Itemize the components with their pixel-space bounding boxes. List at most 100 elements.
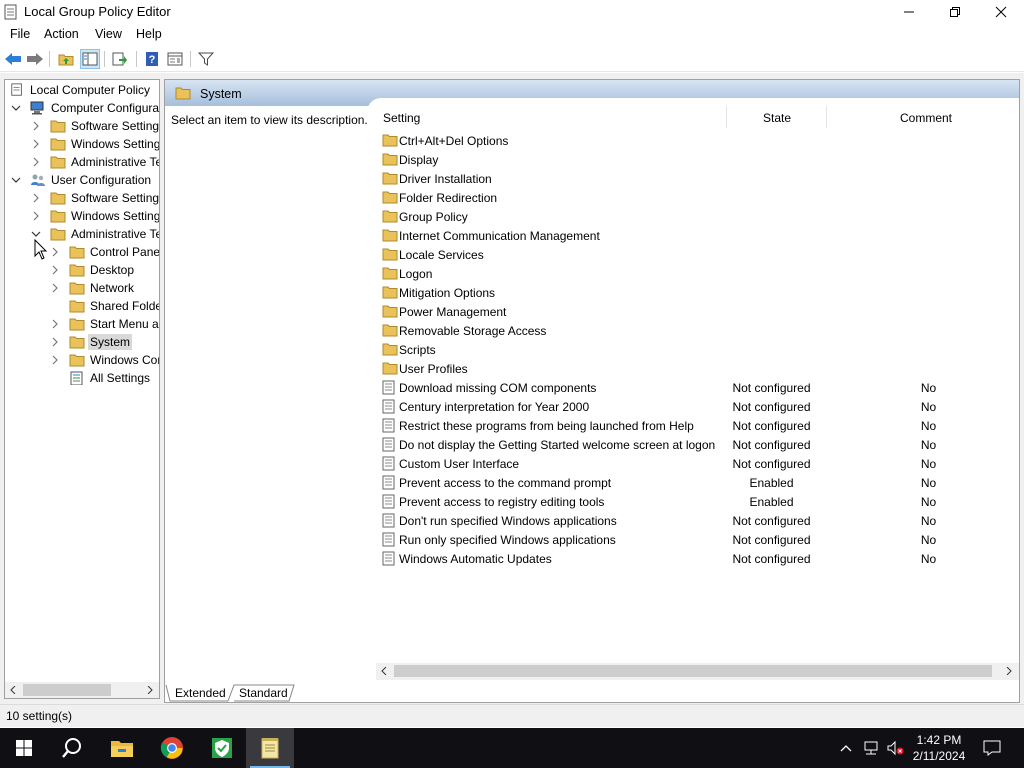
chevron-right-icon[interactable]	[31, 139, 41, 149]
forward-button[interactable]	[25, 49, 45, 69]
column-header-setting[interactable]: Setting	[383, 111, 420, 125]
tree-item[interactable]: Windows Setting	[31, 135, 159, 153]
setting-row[interactable]: Do not display the Getting Started welco…	[381, 435, 1019, 454]
column-header-comment[interactable]: Comment	[900, 111, 952, 125]
tree-item[interactable]: Shared Folder	[50, 297, 159, 315]
taskbar-group-policy-editor[interactable]	[246, 728, 294, 768]
chevron-right-icon[interactable]	[31, 211, 41, 221]
tree-expander[interactable]	[11, 175, 21, 185]
tree-scroll-thumb[interactable]	[23, 684, 111, 696]
chevron-down-icon[interactable]	[11, 175, 21, 185]
tree-item[interactable]: Computer Configura	[11, 99, 159, 117]
tree-expander[interactable]	[31, 139, 41, 149]
setting-row[interactable]: Restrict these programs from being launc…	[381, 416, 1019, 435]
column-separator[interactable]	[726, 106, 727, 128]
tree-expander[interactable]	[31, 229, 41, 239]
setting-row[interactable]: Windows Automatic Updates Not configured N…	[381, 549, 1019, 568]
show-hide-console-tree-button[interactable]	[80, 49, 100, 69]
tab-extended[interactable]: Extended	[175, 684, 226, 702]
menu-action[interactable]: Action	[44, 27, 79, 41]
tree-horizontal-scrollbar[interactable]	[4, 682, 160, 699]
chevron-right-icon[interactable]	[50, 337, 60, 347]
tree-expander[interactable]	[50, 337, 60, 347]
menu-file[interactable]: File	[10, 27, 30, 41]
tree-item[interactable]: All Settings	[50, 369, 152, 387]
folder-row[interactable]: Folder Redirection	[381, 188, 1019, 207]
folder-row[interactable]: Group Policy	[381, 207, 1019, 226]
tree-expander[interactable]	[31, 157, 41, 167]
tree-item[interactable]: Windows Cor	[50, 351, 159, 369]
tree-expander[interactable]	[50, 355, 60, 365]
tab-standard[interactable]: Standard	[239, 684, 288, 702]
folder-row[interactable]: Power Management	[381, 302, 1019, 321]
tree-expander[interactable]	[50, 373, 60, 383]
setting-row[interactable]: Don't run specified Windows applications…	[381, 511, 1019, 530]
search-button[interactable]	[48, 728, 96, 768]
folder-row[interactable]: Removable Storage Access	[381, 321, 1019, 340]
export-list-button[interactable]	[110, 49, 130, 69]
list-horizontal-scrollbar[interactable]	[376, 663, 1019, 680]
tree-item[interactable]: Administrative Te	[31, 225, 159, 243]
tree-expander[interactable]	[50, 283, 60, 293]
taskbar-file-explorer[interactable]	[98, 728, 146, 768]
tree-item[interactable]: Control Panel	[50, 243, 159, 261]
chevron-right-icon[interactable]	[50, 247, 60, 257]
chevron-right-icon[interactable]	[50, 265, 60, 275]
tree-item[interactable]: Administrative Te	[31, 153, 159, 171]
tree-item[interactable]: User Configuration	[11, 171, 153, 189]
close-button[interactable]	[978, 0, 1024, 24]
network-tray-button[interactable]	[861, 738, 881, 758]
tree-item[interactable]: Start Menu ar	[50, 315, 159, 333]
tree-expander[interactable]	[50, 265, 60, 275]
filter-button[interactable]	[196, 49, 216, 69]
setting-row[interactable]: Custom User Interface Not configured No	[381, 454, 1019, 473]
setting-row[interactable]: Century interpretation for Year 2000 Not …	[381, 397, 1019, 416]
taskbar-clock[interactable]: 1:42 PM 2/11/2024	[902, 732, 976, 764]
properties-button[interactable]	[165, 49, 185, 69]
chevron-right-icon[interactable]	[50, 283, 60, 293]
taskbar-security[interactable]	[198, 728, 246, 768]
taskbar-chrome[interactable]	[148, 728, 196, 768]
menu-help[interactable]: Help	[136, 27, 162, 41]
folder-row[interactable]: Mitigation Options	[381, 283, 1019, 302]
folder-row[interactable]: Ctrl+Alt+Del Options	[381, 131, 1019, 150]
setting-row[interactable]: Run only specified Windows applications N…	[381, 530, 1019, 549]
setting-row[interactable]: Prevent access to registry editing tools…	[381, 492, 1019, 511]
chevron-right-icon[interactable]	[50, 355, 60, 365]
start-button[interactable]	[0, 728, 48, 768]
back-button[interactable]	[3, 49, 23, 69]
help-button[interactable]: ?	[142, 49, 162, 69]
setting-row[interactable]: Download missing COM components Not confi…	[381, 378, 1019, 397]
folder-row[interactable]: Internet Communication Management	[381, 226, 1019, 245]
folder-row[interactable]: Locale Services	[381, 245, 1019, 264]
tree-item[interactable]: Network	[50, 279, 136, 297]
folder-row[interactable]: User Profiles	[381, 359, 1019, 378]
chevron-right-icon[interactable]	[31, 157, 41, 167]
chevron-right-icon[interactable]	[31, 121, 41, 131]
chevron-right-icon[interactable]	[31, 193, 41, 203]
folder-row[interactable]: Logon	[381, 264, 1019, 283]
restore-button[interactable]	[932, 0, 978, 24]
column-header-state[interactable]: State	[763, 111, 791, 125]
chevron-right-icon[interactable]	[50, 319, 60, 329]
list-scroll-thumb[interactable]	[394, 665, 992, 677]
chevron-down-icon[interactable]	[31, 229, 41, 239]
tree-expander[interactable]	[50, 301, 60, 311]
show-hidden-icons-button[interactable]	[836, 738, 856, 758]
setting-row[interactable]: Prevent access to the command prompt Enab…	[381, 473, 1019, 492]
menu-view[interactable]: View	[95, 27, 122, 41]
folder-row[interactable]: Scripts	[381, 340, 1019, 359]
tree-item[interactable]: Windows Setting	[31, 207, 159, 225]
tree-item[interactable]: Software Settings	[31, 189, 159, 207]
tree-expander[interactable]	[50, 319, 60, 329]
tree-expander[interactable]	[11, 103, 21, 113]
tree-root-local-computer-policy[interactable]: Local Computer Policy	[9, 81, 152, 99]
minimize-button[interactable]	[886, 0, 932, 24]
tree-item[interactable]: System	[50, 333, 133, 351]
folder-row[interactable]: Driver Installation	[381, 169, 1019, 188]
tree-item[interactable]: Software Settings	[31, 117, 159, 135]
up-one-level-button[interactable]	[56, 49, 76, 69]
tree-expander[interactable]	[31, 193, 41, 203]
folder-row[interactable]: Display	[381, 150, 1019, 169]
column-separator[interactable]	[826, 106, 827, 128]
